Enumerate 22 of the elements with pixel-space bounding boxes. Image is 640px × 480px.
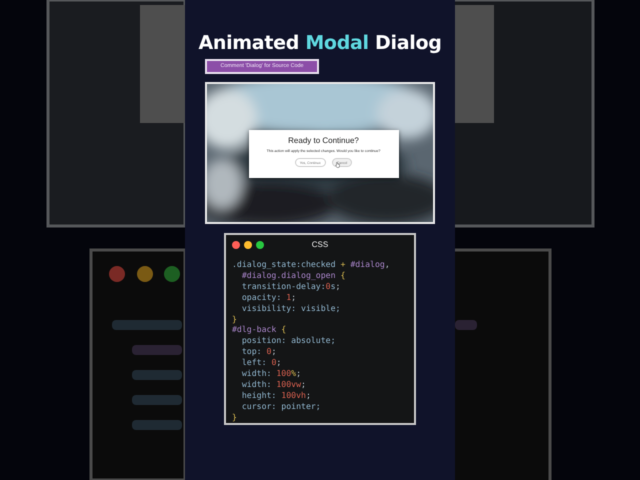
code-line: position: absolute; xyxy=(240,335,336,346)
minimize-dot-icon xyxy=(244,241,252,249)
code-line: height: 100vh; xyxy=(240,390,311,401)
close-dot-icon xyxy=(232,241,240,249)
maximize-dot-icon xyxy=(256,241,264,249)
code-line: .dialog_state:checked + #dialog, xyxy=(232,259,390,270)
code-line: top: 0; xyxy=(240,346,276,358)
code-line: } xyxy=(232,412,237,423)
code-line: } xyxy=(232,314,237,324)
code-line: #dlg-back { xyxy=(232,324,286,336)
code-line: width: 100vw; xyxy=(240,378,306,390)
code-line: left: 0; xyxy=(240,357,282,368)
code-line: #dialog.dialog_open { xyxy=(240,270,346,281)
code-line: opacity: 1; xyxy=(240,292,296,303)
code-line: visibility: visible; xyxy=(240,302,340,314)
code-line: cursor: pointer; xyxy=(240,400,321,412)
dialog-title: Ready to Continue? xyxy=(288,136,359,146)
hand-cursor-icon xyxy=(334,162,340,168)
code-line: transition-delay:0s; xyxy=(240,280,340,292)
code-language-label: CSS xyxy=(310,240,330,250)
code-line: width: 100%; xyxy=(240,368,302,379)
video-title: Animated Modal Dialog xyxy=(198,31,442,55)
